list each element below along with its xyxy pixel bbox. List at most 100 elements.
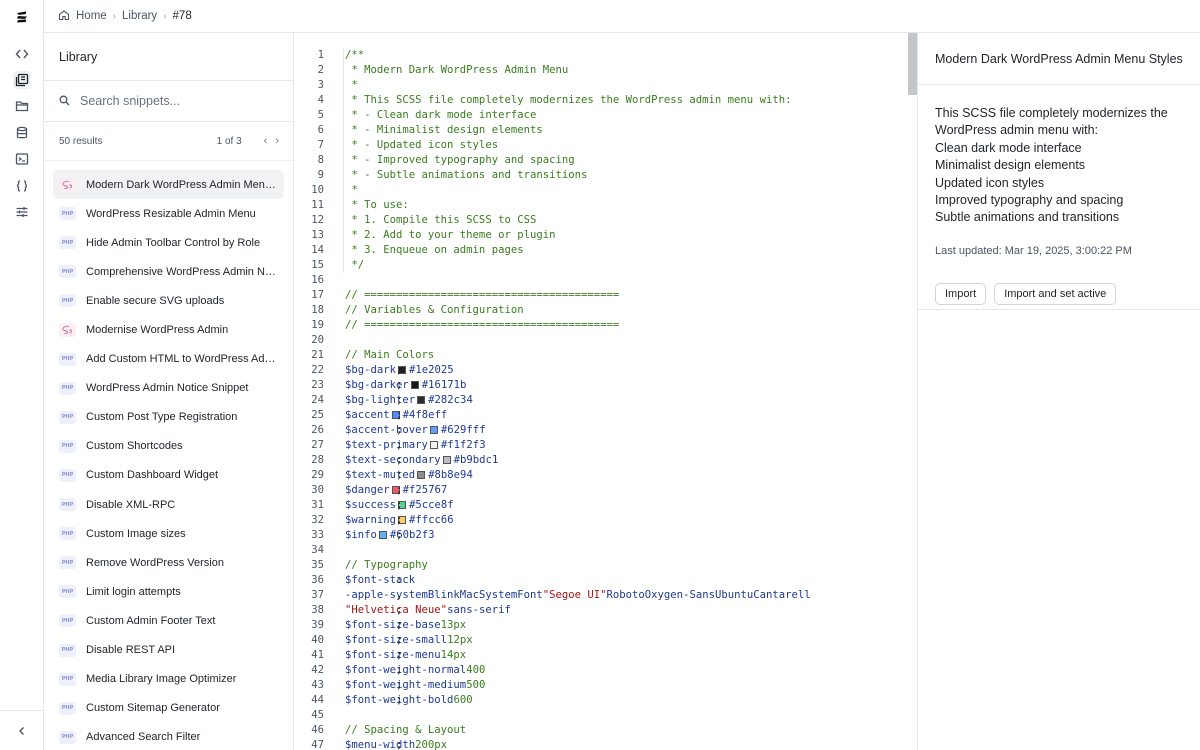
line-number: 8 [317, 154, 324, 166]
code-token: ; [396, 439, 403, 451]
snippet-list-item[interactable]: PHP Custom Dashboard Widget [53, 461, 284, 490]
code-line: 36 $font-stack: [294, 573, 904, 588]
editor-scrollbar[interactable] [908, 33, 917, 95]
php-icon: PHP [59, 672, 76, 686]
code-line: 3 * [294, 78, 904, 93]
code-text: $accent: #4f8eff; [345, 408, 447, 423]
breadcrumb-library[interactable]: Library [122, 10, 157, 22]
code-token: #b9bdc1 [453, 454, 499, 466]
line-number: 3 [317, 79, 324, 91]
php-icon: PHP [59, 265, 76, 279]
collapse-chevron-left-icon[interactable] [13, 722, 31, 740]
code-token: ; [396, 619, 403, 631]
settings-sliders-icon[interactable] [13, 203, 31, 221]
folder-icon[interactable] [13, 97, 31, 115]
braces-icon[interactable] [13, 177, 31, 195]
snippet-list-item[interactable]: PHP Limit login attempts [53, 577, 284, 606]
detail-divider [918, 309, 1200, 310]
snippet-label: Disable REST API [86, 644, 176, 657]
snippet-list-item[interactable]: PHP WordPress Resizable Admin Menu [53, 199, 284, 228]
snippet-list-item[interactable]: Modern Dark WordPress Admin Menu Styles [53, 170, 284, 200]
php-icon: PHP [59, 556, 76, 570]
code-text: // Main Colors [345, 348, 434, 363]
code-editor[interactable]: 1 /** 2 * Modern Dark WordPress Admin Menu… [294, 33, 917, 750]
code-text: * 2. Add to your theme or plugin [345, 228, 555, 243]
code-token: * 1. Compile this SCSS to CSS [345, 214, 537, 226]
code-token: 13px [440, 619, 467, 631]
code-text: $danger: #f25767; [345, 483, 447, 498]
snippet-list-item[interactable]: PHP Enable secure SVG uploads [53, 286, 284, 315]
snippet-list-item[interactable]: Modernise WordPress Admin [53, 315, 284, 344]
description-line: This SCSS file completely modernizes the… [935, 106, 1168, 138]
code-line: 40 $font-size-small: 12px; [294, 633, 904, 648]
code-token: #f1f2f3 [440, 439, 486, 451]
breadcrumb: Home › Library › #78 [58, 9, 192, 24]
code-line: 33 $info: #60b2f3; [294, 528, 904, 543]
terminal-icon[interactable] [13, 150, 31, 168]
code-icon[interactable] [13, 45, 31, 63]
line-number: 10 [311, 184, 324, 196]
search-input[interactable] [80, 94, 270, 108]
line-number: 9 [317, 169, 324, 181]
line-number: 36 [311, 574, 324, 586]
code-line: 4 * This SCSS file completely modernizes… [294, 93, 904, 108]
code-line: 37 -apple-system, BlinkMacSystemFont, "S… [294, 588, 904, 603]
code-token: ; [396, 739, 403, 750]
snippet-list-item[interactable]: PHP WordPress Admin Notice Snippet [53, 374, 284, 403]
prev-page-chevron-icon[interactable]: ‹ [264, 135, 268, 147]
line-number: 12 [311, 214, 324, 226]
snippet-list-item[interactable]: PHP Custom Shortcodes [53, 432, 284, 461]
next-page-chevron-icon[interactable]: › [275, 135, 279, 147]
php-icon: PHP [59, 207, 76, 221]
code-line: 47 $menu-width: 200px; [294, 738, 904, 750]
snippet-list-item[interactable]: PHP Media Library Image Optimizer [53, 665, 284, 694]
code-line: 7 * - Updated icon styles [294, 138, 904, 153]
code-line: 10 * [294, 183, 904, 198]
line-number: 22 [311, 364, 324, 376]
import-and-set-active-button[interactable]: Import and set active [994, 283, 1117, 306]
database-icon[interactable] [13, 124, 31, 142]
snippet-list-item[interactable]: PHP Custom Sitemap Generator [53, 694, 284, 723]
line-number: 37 [311, 589, 324, 601]
code-token: $font-stack [345, 574, 416, 586]
code-token: // Spacing & Layout [345, 724, 467, 736]
detail-panel: Modern Dark WordPress Admin Menu Styles … [917, 33, 1200, 750]
line-number: 39 [311, 619, 324, 631]
line-number: 2 [317, 64, 324, 76]
snippet-list-item[interactable]: PHP Add Custom HTML to WordPress Admin [53, 345, 284, 374]
snippet-list-item[interactable]: PHP Hide Admin Toolbar Control by Role [53, 228, 284, 257]
snippet-label: Custom Post Type Registration [86, 411, 238, 424]
code-token: ; [396, 664, 403, 676]
code-line: 44 $font-weight-bold: 600; [294, 693, 904, 708]
php-icon: PHP [59, 498, 76, 512]
home-icon[interactable] [58, 9, 70, 24]
snippet-list-item[interactable]: PHP Custom Post Type Registration [53, 403, 284, 432]
color-swatch [417, 396, 426, 404]
code-token: Oxygen-Sans [644, 589, 715, 601]
line-number: 27 [311, 439, 324, 451]
snippet-list-item[interactable]: PHP Disable XML-RPC [53, 490, 284, 519]
code-token: ; [396, 379, 403, 391]
snippet-list-item[interactable]: PHP Custom Admin Footer Text [53, 606, 284, 635]
search-bar [44, 81, 293, 122]
code-token: 12px [447, 634, 473, 646]
code-token: ; [396, 604, 403, 616]
library-icon[interactable] [13, 71, 31, 89]
code-line: 13 * 2. Add to your theme or plugin [294, 228, 904, 243]
code-text: $bg-dark: #1e2025; [345, 363, 454, 378]
code-line: 35 // Typography [294, 558, 904, 573]
breadcrumb-home[interactable]: Home [76, 10, 107, 22]
code-text: "Helvetica Neue", sans-serif; [345, 603, 511, 618]
code-token: 14px [440, 649, 467, 661]
code-text: $warning: #ffcc66; [345, 513, 454, 528]
app-logo-icon[interactable] [12, 8, 32, 26]
code-token: * Modern Dark WordPress Admin Menu [345, 64, 569, 76]
snippet-list-item[interactable]: PHP Remove WordPress Version [53, 548, 284, 577]
snippet-list-item[interactable]: PHP Custom Image sizes [53, 519, 284, 548]
import-button[interactable]: Import [935, 283, 987, 306]
snippet-list-item[interactable]: PHP Advanced Search Filter [53, 723, 284, 750]
code-token: #5cce8f [409, 499, 454, 511]
snippet-list-item[interactable]: PHP Disable REST API [53, 636, 284, 665]
snippet-label: Hide Admin Toolbar Control by Role [86, 236, 261, 249]
snippet-list-item[interactable]: PHP Comprehensive WordPress Admin Notices [53, 257, 284, 286]
